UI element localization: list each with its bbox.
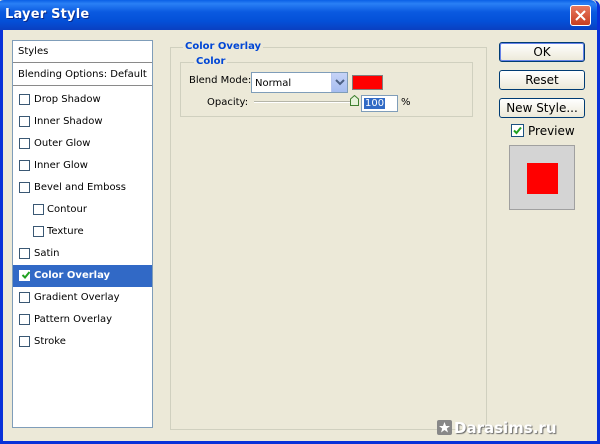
ok-button[interactable]: OK [499,42,585,62]
style-item-label: Outer Glow [34,138,91,149]
panel-title: Color Overlay [183,41,264,52]
style-item-label: Stroke [34,336,66,347]
style-item-label: Pattern Overlay [34,314,113,325]
title-bar[interactable]: Layer Style [0,0,597,30]
style-item-contour[interactable]: Contour [13,199,152,221]
style-item-inner-shadow[interactable]: Inner Shadow [13,111,152,133]
preview-swatch [527,163,558,194]
inner-glow-checkbox[interactable] [19,160,30,171]
style-item-inner-glow[interactable]: Inner Glow [13,155,152,177]
style-item-color-overlay[interactable]: Color Overlay [13,265,152,287]
reset-button[interactable]: Reset [499,70,585,90]
blend-mode-label: Blend Mode: [189,75,252,86]
texture-checkbox[interactable] [33,226,44,237]
style-item-label: Color Overlay [34,270,111,281]
style-item-label: Bevel and Emboss [34,182,126,193]
outer-glow-checkbox[interactable] [19,138,30,149]
preview-label: Preview [528,124,575,138]
close-icon [575,10,586,21]
color-overlay-checkbox[interactable] [19,270,31,281]
satin-checkbox[interactable] [19,248,30,259]
blend-mode-select[interactable]: Normal [251,72,348,93]
blend-mode-value: Normal [255,78,292,89]
checkmark-icon [513,126,522,135]
window-title: Layer Style [5,7,90,22]
contour-checkbox[interactable] [33,204,44,215]
style-item-label: Contour [47,204,87,215]
opacity-field[interactable]: 100 [361,95,398,112]
stroke-checkbox[interactable] [19,336,30,347]
style-item-label: Satin [34,248,60,259]
style-item-drop-shadow[interactable]: Drop Shadow [13,89,152,111]
drop-shadow-checkbox[interactable] [19,94,30,105]
close-button[interactable] [570,5,591,26]
opacity-label: Opacity: [207,97,249,108]
style-item-label: Gradient Overlay [34,292,120,303]
style-preview [509,145,575,210]
star-icon [437,420,452,435]
style-item-pattern-overlay[interactable]: Pattern Overlay [13,309,152,331]
style-item-label: Inner Glow [34,160,88,171]
style-item-label: Inner Shadow [34,116,103,127]
checkmark-icon [21,271,31,279]
style-item-bevel-emboss[interactable]: Bevel and Emboss [13,177,152,199]
style-item-gradient-overlay[interactable]: Gradient Overlay [13,287,152,309]
overlay-color-swatch[interactable] [352,75,383,90]
color-group-title: Color [194,56,228,67]
opacity-value: 100 [364,98,386,109]
new-style-button[interactable]: New Style... [499,98,585,118]
watermark: Darasims.ru [437,419,557,437]
watermark-text: Darasims.ru [454,419,557,437]
preview-checkbox[interactable] [511,124,524,137]
gradient-overlay-checkbox[interactable] [19,292,30,303]
style-item-satin[interactable]: Satin [13,243,152,265]
blending-options-label: Blending Options: Default [18,69,147,80]
blend-mode-dropdown-button[interactable] [331,73,347,92]
styles-header[interactable]: Styles [13,41,152,63]
blending-options-item[interactable]: Blending Options: Default [13,64,152,86]
inner-shadow-checkbox[interactable] [19,116,30,127]
styles-list: Styles Blending Options: Default Drop Sh… [12,40,153,428]
style-item-outer-glow[interactable]: Outer Glow [13,133,152,155]
chevron-down-icon [335,79,345,86]
opacity-unit: % [401,97,411,108]
style-item-label: Drop Shadow [34,94,101,105]
pattern-overlay-checkbox[interactable] [19,314,30,325]
style-item-stroke[interactable]: Stroke [13,331,152,353]
opacity-slider[interactable] [254,101,354,103]
opacity-slider-handle[interactable] [350,95,359,106]
style-item-texture[interactable]: Texture [13,221,152,243]
bevel-emboss-checkbox[interactable] [19,182,30,193]
style-item-label: Texture [47,226,84,237]
